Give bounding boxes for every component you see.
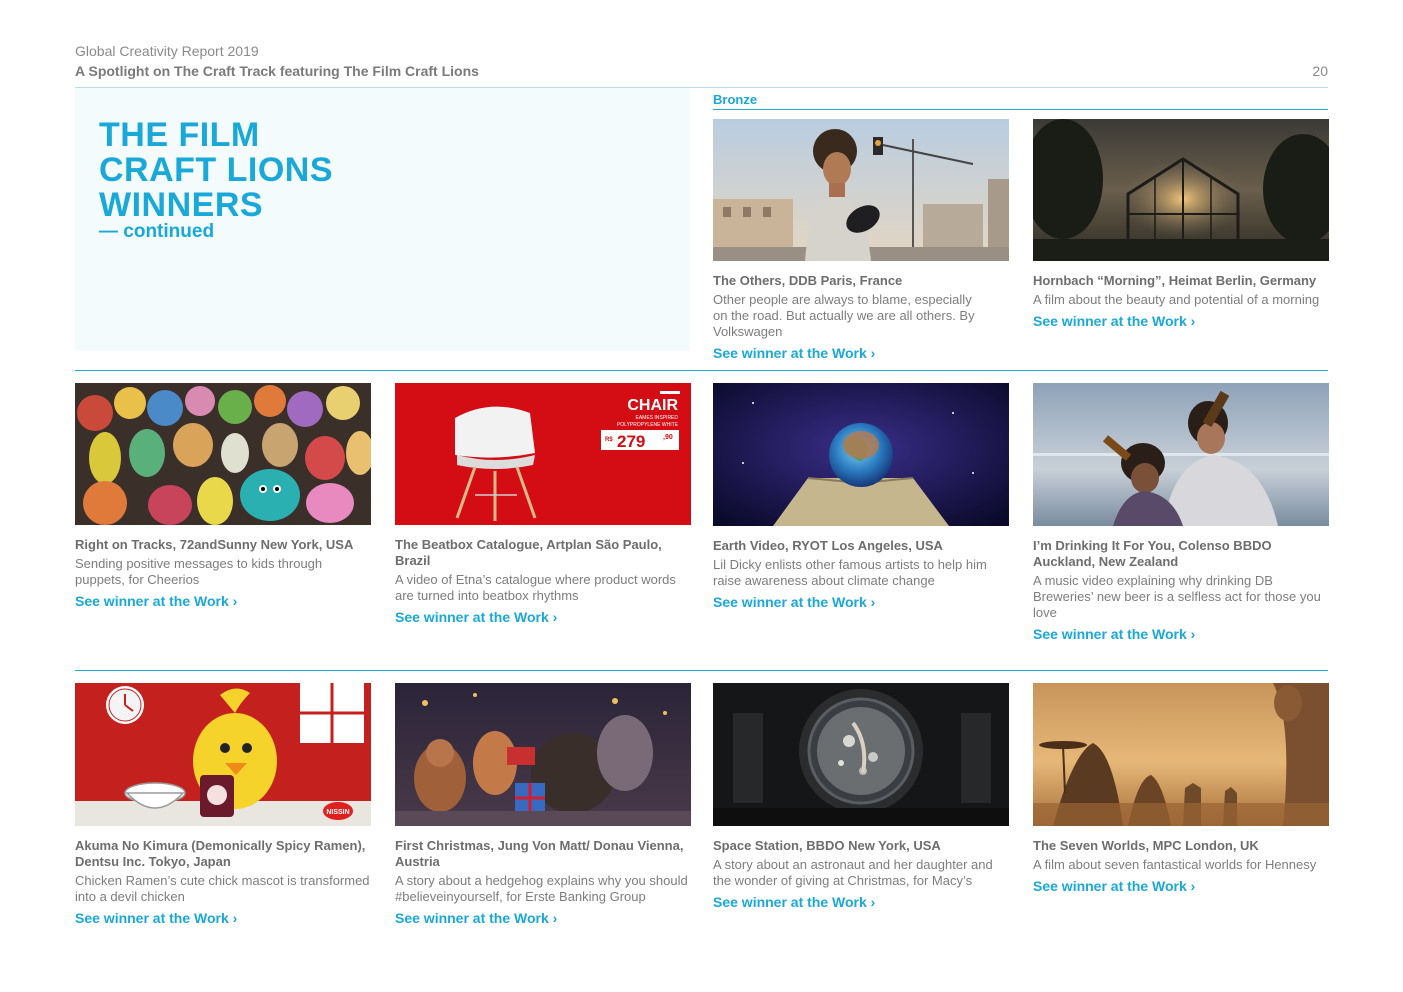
winner-title: Akuma No Kimura (Demonically Spicy Ramen… (75, 838, 366, 869)
winner-description: A music video explaining why drinking DB… (1033, 573, 1321, 620)
winner-description: A story about a hedgehog explains why yo… (395, 873, 688, 904)
hero-panel: THE FILM CRAFT LIONS WINNERS — continued (75, 88, 690, 351)
winner-thumbnail[interactable]: NISSIN (75, 683, 371, 826)
hero-heading-line2: CRAFT LIONS (99, 151, 334, 189)
winner-thumbnail[interactable] (713, 383, 1009, 526)
row-divider (75, 370, 1328, 371)
winner-title: First Christmas, Jung Von Matt/ Donau Vi… (395, 838, 684, 869)
report-title: Global Creativity Report 2019 (75, 43, 259, 59)
winner-description: A film about seven fantastical worlds fo… (1033, 857, 1317, 872)
see-winner-link[interactable]: See winner at the Work › (395, 608, 691, 626)
see-winner-link[interactable]: See winner at the Work › (713, 344, 1009, 362)
winner-card: Right on Tracks, 72andSunny New York, US… (75, 383, 371, 610)
section-label-bronze: Bronze (713, 92, 758, 107)
winner-card: The Others, DDB Paris, France Other peop… (713, 119, 1009, 362)
see-winner-link[interactable]: See winner at the Work › (395, 909, 691, 927)
row-divider (75, 670, 1328, 671)
winner-title: Earth Video, RYOT Los Angeles, USA (713, 538, 943, 553)
winner-title: I’m Drinking It For You, Colenso BBDO Au… (1033, 538, 1272, 569)
chair-sub1: EAMES INSPIRED (635, 415, 678, 421)
see-winner-link[interactable]: See winner at the Work › (713, 893, 1009, 911)
winner-card: CHAIR EAMES INSPIRED POLYPROPYLENE WHITE… (395, 383, 691, 626)
winner-description: A video of Etna’s catalogue where produc… (395, 572, 676, 603)
see-winner-link[interactable]: See winner at the Work › (1033, 877, 1329, 895)
winner-thumbnail[interactable] (713, 119, 1009, 261)
winner-title: The Beatbox Catalogue, Artplan São Paulo… (395, 537, 662, 568)
see-winner-link[interactable]: See winner at the Work › (713, 593, 1009, 611)
winner-title: Space Station, BBDO New York, USA (713, 838, 941, 853)
winner-card: The Seven Worlds, MPC London, UK A film … (1033, 683, 1329, 895)
price-currency: R$ (605, 437, 613, 443)
see-winner-link[interactable]: See winner at the Work › (1033, 312, 1329, 330)
hero-continued: — continued (99, 221, 215, 242)
price-cents: ,90 (663, 434, 673, 441)
winner-title: Hornbach “Morning”, Heimat Berlin, Germa… (1033, 273, 1317, 288)
winner-thumbnail[interactable]: CHAIR EAMES INSPIRED POLYPROPYLENE WHITE… (395, 383, 691, 525)
winner-card: Earth Video, RYOT Los Angeles, USA Lil D… (713, 383, 1009, 611)
winner-card: Hornbach “Morning”, Heimat Berlin, Germa… (1033, 119, 1329, 330)
see-winner-link[interactable]: See winner at the Work › (1033, 625, 1329, 643)
nissin-logo: NISSIN (326, 809, 349, 816)
price-value: 279 (617, 432, 645, 451)
winner-description: A story about an astronaut and her daugh… (713, 857, 993, 888)
see-winner-link[interactable]: See winner at the Work › (75, 909, 371, 927)
winner-title: The Others, DDB Paris, France (713, 273, 903, 288)
bronze-divider (713, 109, 1328, 110)
hero-heading-line3: WINNERS (99, 186, 264, 224)
winner-title: The Seven Worlds, MPC London, UK (1033, 838, 1259, 853)
winner-description: Sending positive messages to kids throug… (75, 556, 323, 587)
winner-thumbnail[interactable] (75, 383, 371, 525)
report-subtitle: A Spotlight on The Craft Track featuring… (75, 63, 479, 79)
winner-card: NISSIN Akuma No Kimura (Demonically Spic… (75, 683, 371, 927)
winner-thumbnail[interactable] (713, 683, 1009, 826)
hero-heading: THE FILM CRAFT LIONS WINNERS (99, 118, 333, 223)
winner-thumbnail[interactable] (1033, 683, 1329, 826)
winner-thumbnail[interactable] (1033, 119, 1329, 261)
chair-word: CHAIR (627, 397, 678, 414)
chair-sub2: POLYPROPYLENE WHITE (617, 422, 679, 428)
winner-description: Other people are always to blame, especi… (713, 292, 975, 339)
winner-description: A film about the beauty and potential of… (1033, 292, 1320, 307)
winner-description: Chicken Ramen’s cute chick mascot is tra… (75, 873, 370, 904)
winner-thumbnail[interactable] (395, 683, 691, 826)
page-number: 20 (1312, 63, 1328, 79)
winner-card: Space Station, BBDO New York, USA A stor… (713, 683, 1009, 911)
winner-card: I’m Drinking It For You, Colenso BBDO Au… (1033, 383, 1329, 643)
see-winner-link[interactable]: See winner at the Work › (75, 592, 371, 610)
winner-title: Right on Tracks, 72andSunny New York, US… (75, 537, 354, 552)
winner-card: First Christmas, Jung Von Matt/ Donau Vi… (395, 683, 691, 927)
hero-heading-line1: THE FILM (99, 116, 260, 154)
winner-description: Lil Dicky enlists other famous artists t… (713, 557, 987, 588)
winner-thumbnail[interactable] (1033, 383, 1329, 526)
